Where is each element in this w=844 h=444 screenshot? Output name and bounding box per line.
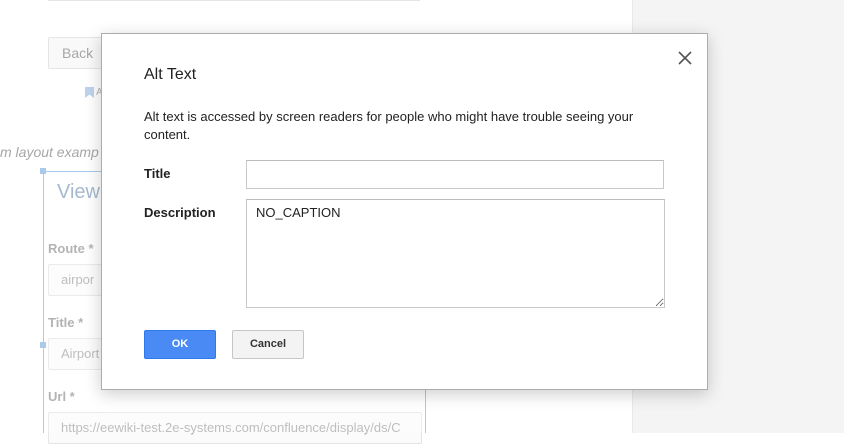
close-icon[interactable] (676, 49, 694, 67)
title-field-label: Title (144, 166, 171, 181)
dialog-description: Alt text is accessed by screen readers f… (144, 109, 634, 142)
ok-button[interactable]: OK (144, 330, 216, 359)
description-field[interactable]: NO_CAPTION (246, 199, 665, 308)
cancel-button[interactable]: Cancel (232, 330, 304, 359)
alt-text-dialog: Alt Text Alt text is accessed by screen … (101, 33, 708, 390)
description-field-label: Description (144, 205, 216, 220)
dialog-title: Alt Text (144, 66, 197, 83)
title-field[interactable] (246, 160, 664, 189)
